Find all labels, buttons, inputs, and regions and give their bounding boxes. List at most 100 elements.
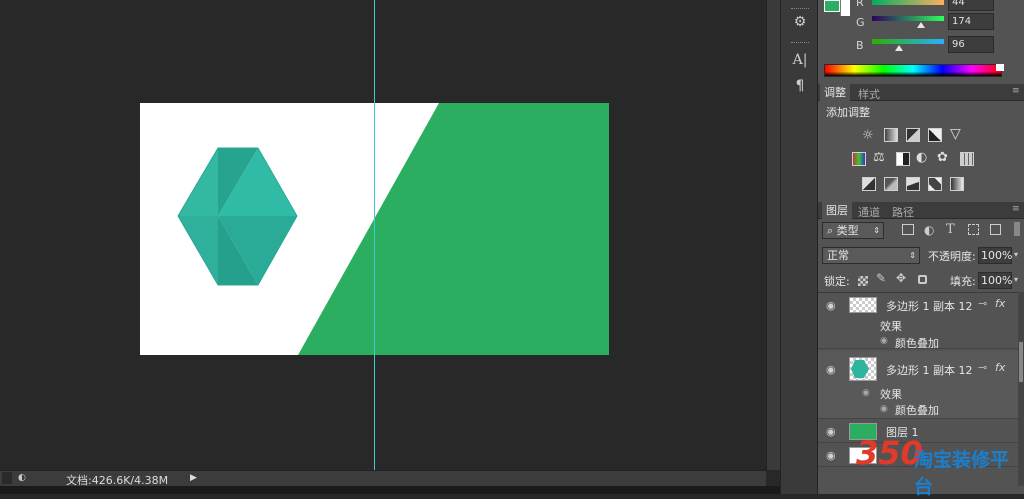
layers-scroll-thumb[interactable] [1019, 342, 1023, 382]
tab-adjustments[interactable]: 调整 [820, 84, 850, 101]
fill-label: 填充: [950, 275, 976, 288]
search-icon: ⌕ [827, 224, 837, 237]
red-slider[interactable] [872, 0, 944, 5]
foreground-color-swatch[interactable] [824, 0, 840, 12]
adjustments-panel-tabs: 调整 样式 ≡ [818, 84, 1024, 101]
strip-grip[interactable] [791, 8, 809, 10]
lock-position-icon[interactable]: ✥ [896, 271, 906, 285]
canvas-area[interactable] [0, 0, 766, 470]
blue-slider[interactable] [872, 39, 944, 44]
photo-filter-icon[interactable]: ◐ [916, 150, 927, 165]
opacity-field[interactable]: 100% [978, 247, 1012, 264]
layer-thumbnail [849, 357, 877, 381]
fx-icon[interactable]: fx [995, 361, 1005, 374]
green-value-field[interactable]: 174 [948, 13, 994, 30]
layer-row[interactable]: ◉ 多边形 1 副本 12 ⊸ fx ◉ 效果 ◉ 颜色叠加 [818, 351, 1018, 419]
effect-eye-icon[interactable]: ◉ [880, 404, 888, 414]
hue-saturation-icon[interactable] [852, 152, 866, 166]
layer-name[interactable]: 多边形 1 副本 12 [886, 362, 973, 378]
visibility-eye-icon[interactable]: ◉ [826, 363, 836, 376]
hexagon-icon [177, 147, 298, 286]
black-white-icon[interactable] [896, 152, 910, 166]
effect-color-overlay[interactable]: 颜色叠加 [895, 335, 939, 351]
color-channel-label: G [856, 16, 865, 29]
color-channel-label: R [856, 0, 864, 9]
status-arrow-icon[interactable]: ▶ [190, 473, 197, 483]
hexagon-thumbnail-icon [851, 360, 869, 378]
right-panels: R 44 G 174 B 96 调整 样式 ≡ 添加调整 ☼ ▽ ⚖ ◐ ✿ 图… [818, 0, 1024, 494]
filter-adjustment-icon[interactable]: ◐ [924, 223, 934, 237]
lock-pixels-icon[interactable]: ✎ [876, 271, 886, 285]
green-slider-thumb[interactable] [917, 22, 925, 28]
color-lookup-icon[interactable] [960, 152, 974, 166]
vibrance-icon[interactable]: ▽ [950, 126, 961, 142]
color-spectrum-bar[interactable] [824, 64, 1002, 77]
posterize-icon[interactable] [884, 177, 898, 191]
visibility-eye-icon[interactable]: ◉ [826, 449, 836, 462]
threshold-icon[interactable] [906, 177, 920, 191]
curves-icon[interactable] [906, 128, 920, 142]
status-menu-icon[interactable] [2, 472, 12, 484]
exposure-icon[interactable] [928, 128, 942, 142]
selective-color-icon[interactable] [928, 177, 942, 191]
visibility-eye-icon[interactable]: ◉ [826, 425, 836, 438]
add-adjustment-label: 添加调整 [826, 106, 870, 119]
channel-mixer-icon[interactable]: ✿ [937, 150, 948, 165]
white-swatch[interactable] [996, 64, 1004, 71]
fill-field[interactable]: 100% [978, 272, 1012, 289]
gradient-map-icon[interactable] [950, 177, 964, 191]
fill-arrow-icon[interactable]: ▾ [1014, 275, 1018, 284]
green-slider[interactable] [872, 16, 944, 21]
filter-smart-object-icon[interactable] [990, 224, 1001, 235]
chevron-updown-icon: ⇕ [909, 251, 916, 260]
panel-menu-icon[interactable]: ≡ [1012, 86, 1020, 96]
vertical-guide-line[interactable] [374, 0, 375, 470]
paragraph-icon[interactable]: ¶ [792, 78, 808, 94]
blue-value-field[interactable]: 96 [948, 36, 994, 53]
red-value-field[interactable]: 44 [948, 0, 994, 11]
layer-filter-select[interactable]: ⌕ 类型 ⇕ [822, 222, 884, 239]
tab-channels[interactable]: 通道 [858, 204, 880, 220]
strip-grip[interactable] [791, 42, 809, 44]
visibility-eye-icon[interactable]: ◉ [826, 299, 836, 312]
lock-transparent-icon[interactable] [858, 276, 868, 286]
background-color-swatch[interactable] [840, 0, 850, 16]
link-icon: ⊸ [978, 297, 988, 310]
blue-slider-thumb[interactable] [895, 45, 903, 51]
layer-row[interactable]: ◉ 多边形 1 副本 12 ⊸ fx 效果 ◉ 颜色叠加 [818, 293, 1018, 351]
effects-eye-icon[interactable]: ◉ [862, 388, 870, 398]
effect-color-overlay[interactable]: 颜色叠加 [895, 402, 939, 418]
panel-menu-icon[interactable]: ≡ [1012, 204, 1020, 214]
layer-filter-value: 类型 [836, 224, 859, 237]
opacity-arrow-icon[interactable]: ▾ [1014, 250, 1018, 259]
color-balance-icon[interactable]: ⚖ [873, 150, 885, 165]
status-bar: ◐ 文档:426.6K/4.38M ▶ [0, 470, 766, 487]
character-icon[interactable]: A| [792, 52, 808, 68]
link-icon: ⊸ [978, 361, 988, 374]
status-info-icon[interactable]: ◐ [18, 473, 26, 483]
green-diagonal-shape [298, 103, 609, 355]
watermark: 350 淘宝装修平台 [852, 434, 1024, 498]
tab-layers[interactable]: 图层 [822, 202, 852, 219]
fx-icon[interactable]: fx [995, 297, 1005, 310]
lock-all-icon[interactable] [918, 275, 927, 284]
chevron-updown-icon: ⇕ [873, 226, 880, 235]
invert-icon[interactable] [862, 177, 876, 191]
brightness-icon[interactable]: ☼ [862, 128, 874, 143]
effect-eye-icon[interactable]: ◉ [880, 336, 888, 346]
blend-mode-value: 正常 [827, 249, 849, 262]
blend-mode-select[interactable]: 正常 ⇕ [822, 247, 920, 264]
panel-icon-strip: ⚙ A| ¶ [780, 0, 818, 494]
tab-styles[interactable]: 样式 [858, 86, 880, 102]
layer-name[interactable]: 多边形 1 副本 12 [886, 298, 973, 314]
filter-type-icon[interactable]: T [946, 222, 955, 237]
effects-label: 效果 [880, 388, 902, 401]
tab-paths[interactable]: 路径 [892, 204, 914, 220]
history-icon[interactable]: ⚙ [792, 14, 808, 30]
effects-label: 效果 [880, 320, 902, 333]
filter-pixel-icon[interactable] [902, 224, 914, 235]
levels-icon[interactable] [884, 128, 898, 142]
filter-toggle[interactable] [1014, 222, 1020, 236]
filter-shape-icon[interactable] [968, 224, 979, 235]
canvas-scrollbar[interactable] [766, 0, 780, 470]
